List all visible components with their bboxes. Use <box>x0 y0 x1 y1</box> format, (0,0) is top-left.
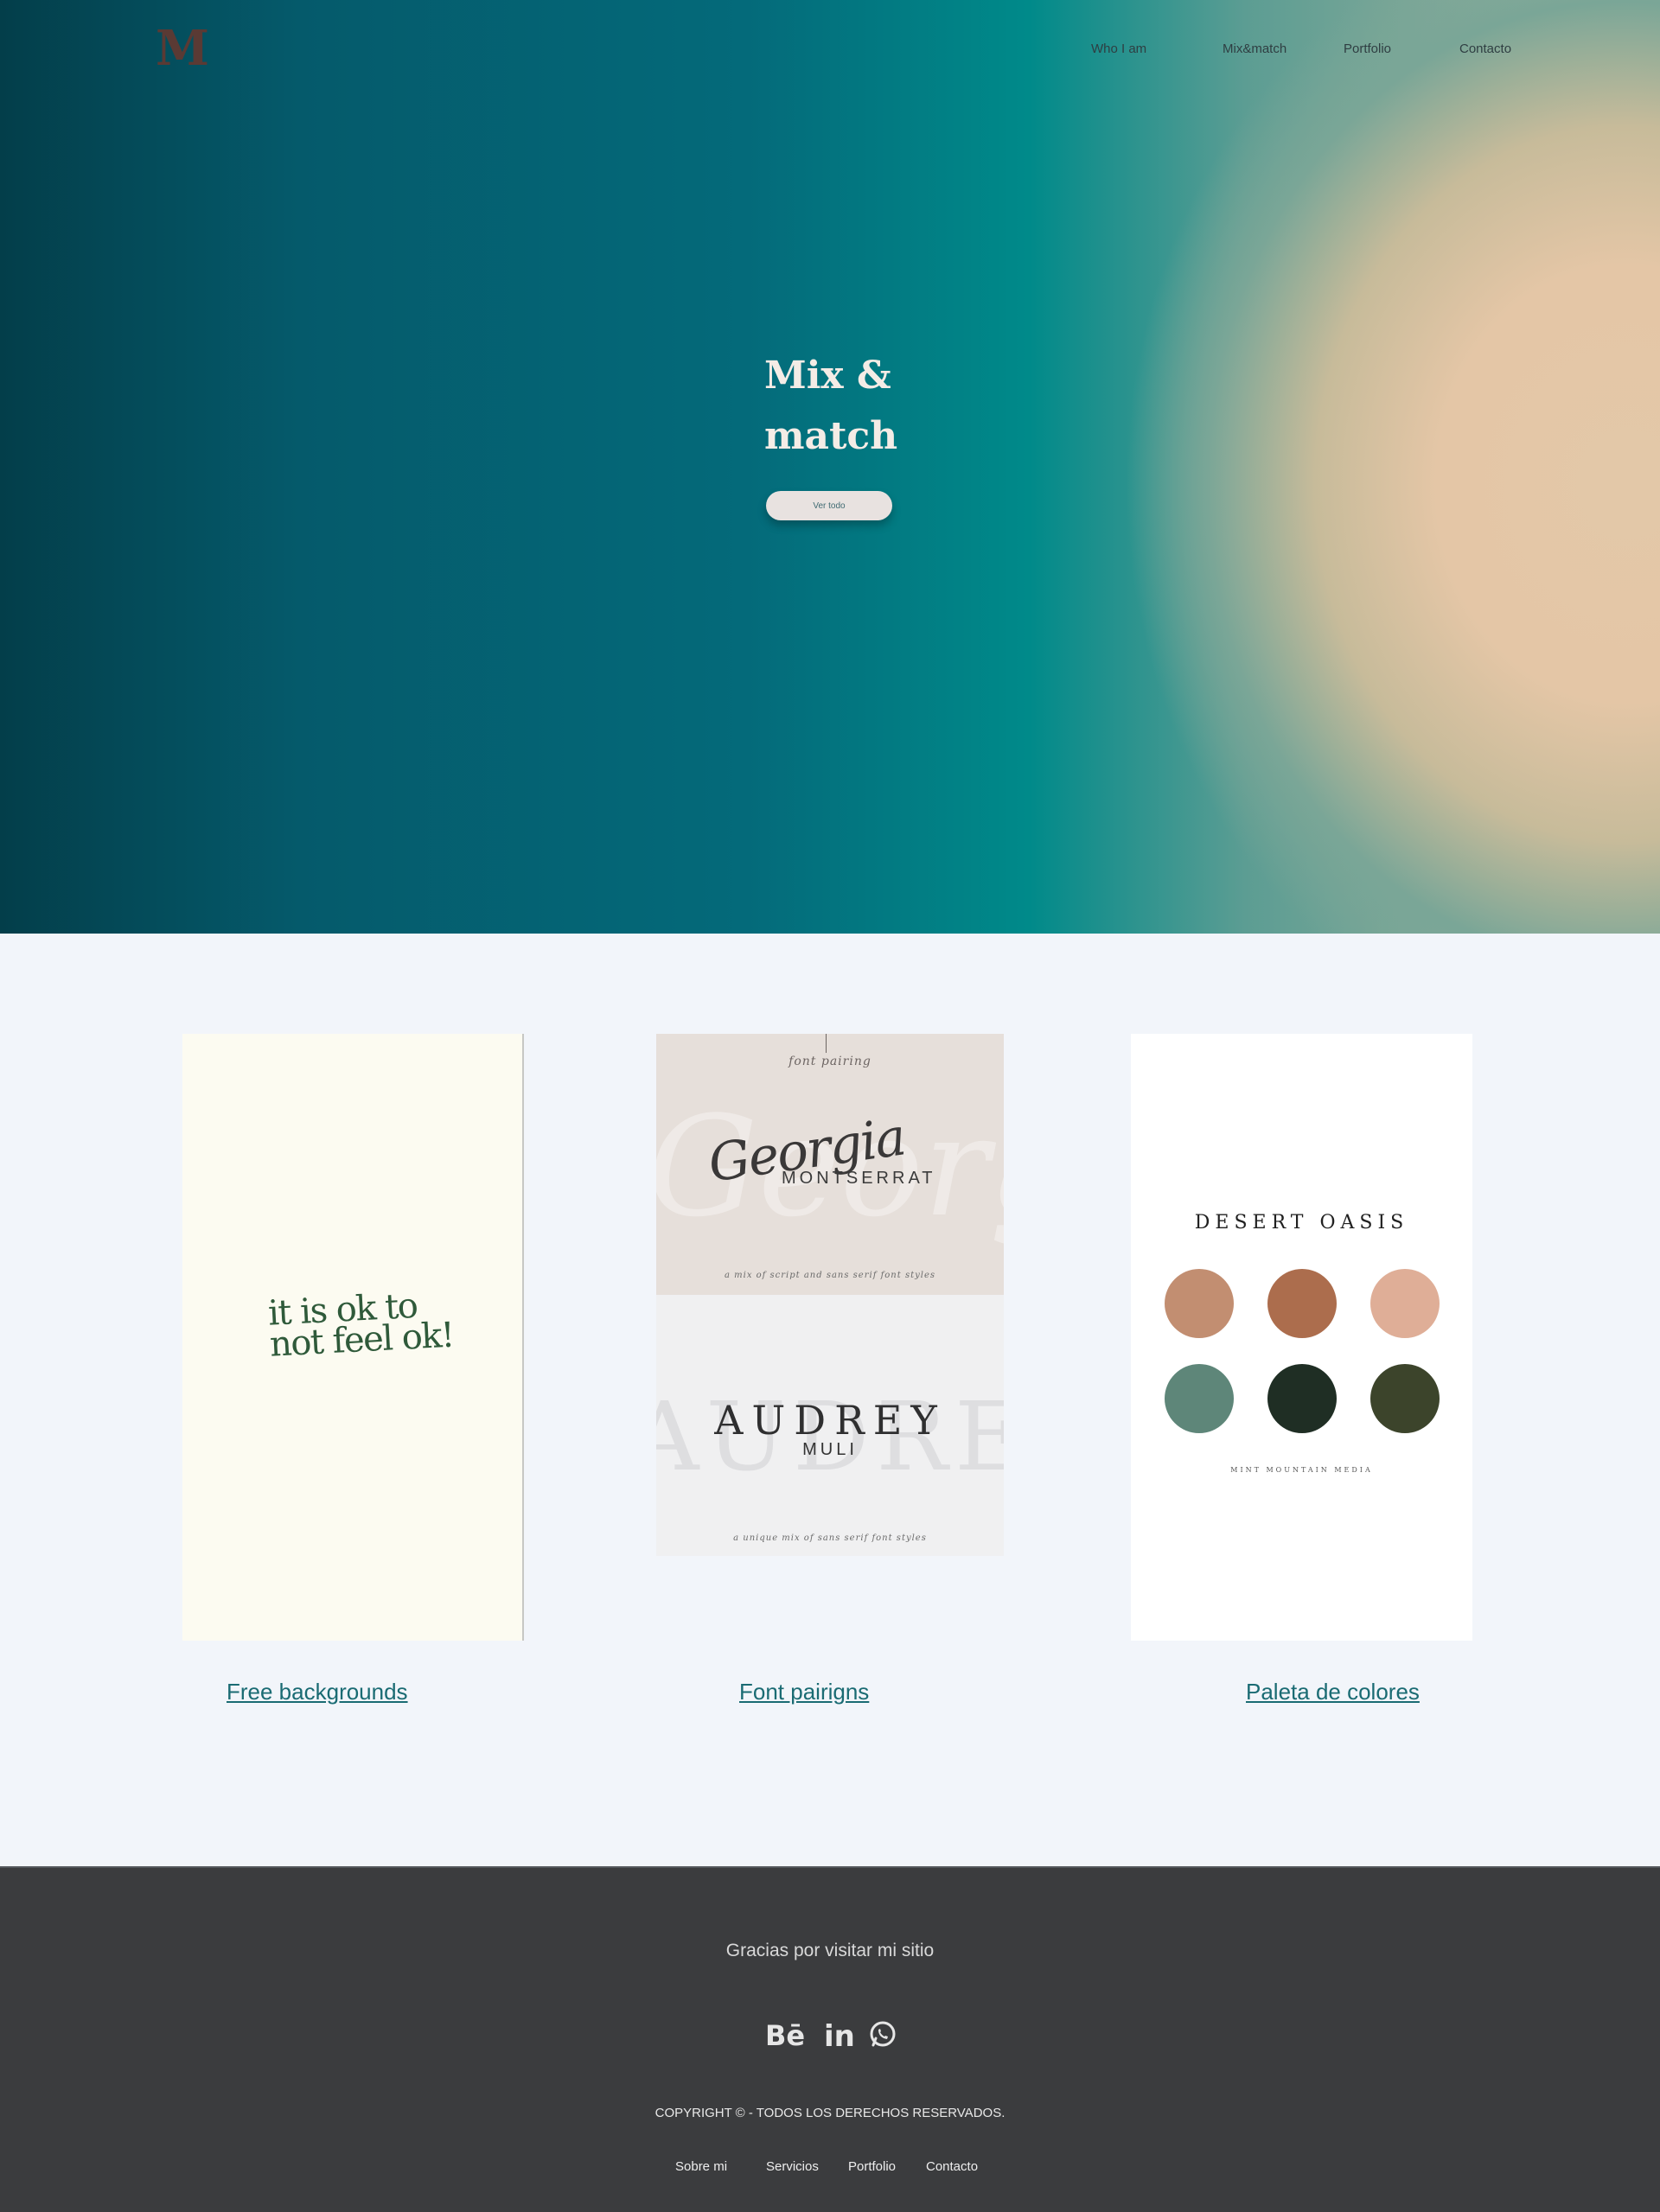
color-palette-image[interactable]: DESERT OASIS MINT MOUNTAIN MEDIA <box>1131 1034 1472 1641</box>
swatch-1 <box>1165 1269 1234 1338</box>
svg-text:in: in <box>824 2019 853 2049</box>
footer-link-sobre-mi[interactable]: Sobre mi <box>675 2159 727 2174</box>
quote-line2: not feel ok! <box>268 1315 455 1365</box>
font-pair-heading: font pairing <box>788 1055 872 1068</box>
swatch-2 <box>1267 1269 1337 1338</box>
nav-portfolio[interactable]: Portfolio <box>1344 41 1391 56</box>
hero-section: M Who I am Mix&match Portfolio Contacto … <box>0 0 1660 934</box>
swatch-6 <box>1370 1364 1440 1433</box>
ver-todo-button[interactable]: Ver todo <box>766 491 892 520</box>
background-quote: it is ok to not feel ok! <box>267 1286 460 1365</box>
hero-title: Mix & match <box>764 346 989 467</box>
font-pair-caption-bottom: a unique mix of sans serif font styles <box>733 1533 927 1543</box>
font-pair-georgia: font pairing Georgia Georgia MONTSERRAT … <box>656 1034 1004 1295</box>
footer-copyright: COPYRIGHT © - TODOS LOS DERECHOS RESERVA… <box>654 2106 1006 2120</box>
font-pair-audrey: AUDREY AUDREY MULI a unique mix of sans … <box>656 1295 1004 1556</box>
color-palette-link[interactable]: Paleta de colores <box>1246 1679 1420 1705</box>
font-pairings-link[interactable]: Font pairigns <box>739 1679 869 1705</box>
nav-contacto[interactable]: Contacto <box>1459 41 1511 56</box>
font-pair-caption-top: a mix of script and sans serif font styl… <box>725 1271 935 1280</box>
font-pair-serif: AUDREY <box>714 1397 946 1444</box>
palette-footer: MINT MOUNTAIN MEDIA <box>1230 1466 1373 1474</box>
whatsapp-icon[interactable] <box>868 2015 897 2053</box>
divider-tick <box>826 1034 827 1053</box>
free-backgrounds-image[interactable]: it is ok to not feel ok! <box>182 1034 524 1641</box>
hero-title-line2: match <box>764 414 898 458</box>
palette-title: DESERT OASIS <box>1194 1212 1409 1233</box>
font-pairings-image[interactable]: font pairing Georgia Georgia MONTSERRAT … <box>656 1034 1004 1556</box>
svg-text:Bē: Bē <box>765 2019 805 2049</box>
linkedin-icon[interactable]: in <box>823 2015 854 2053</box>
footer-thanks: Gracias por visitar mi sitio <box>725 1941 935 1960</box>
footer-link-servicios[interactable]: Servicios <box>766 2159 819 2174</box>
footer-link-portfolio[interactable]: Portfolio <box>848 2159 896 2174</box>
font-pair-muli: MULI <box>802 1440 858 1459</box>
footer-link-contacto[interactable]: Contacto <box>926 2159 978 2174</box>
behance-icon[interactable]: Bē <box>764 2015 809 2053</box>
free-backgrounds-link[interactable]: Free backgrounds <box>227 1679 408 1705</box>
main-nav: Who I am Mix&match Portfolio Contacto <box>0 41 1660 59</box>
font-pair-sans: MONTSERRAT <box>782 1169 936 1188</box>
site-footer: Gracias por visitar mi sitio Bē in COPYR… <box>0 1866 1660 2212</box>
swatch-3 <box>1370 1269 1440 1338</box>
swatch-5 <box>1267 1364 1337 1433</box>
nav-mix-and-match[interactable]: Mix&match <box>1223 41 1286 56</box>
hero-title-line1: Mix & <box>764 354 891 398</box>
nav-who-i-am[interactable]: Who I am <box>1091 41 1146 56</box>
swatch-4 <box>1165 1364 1234 1433</box>
